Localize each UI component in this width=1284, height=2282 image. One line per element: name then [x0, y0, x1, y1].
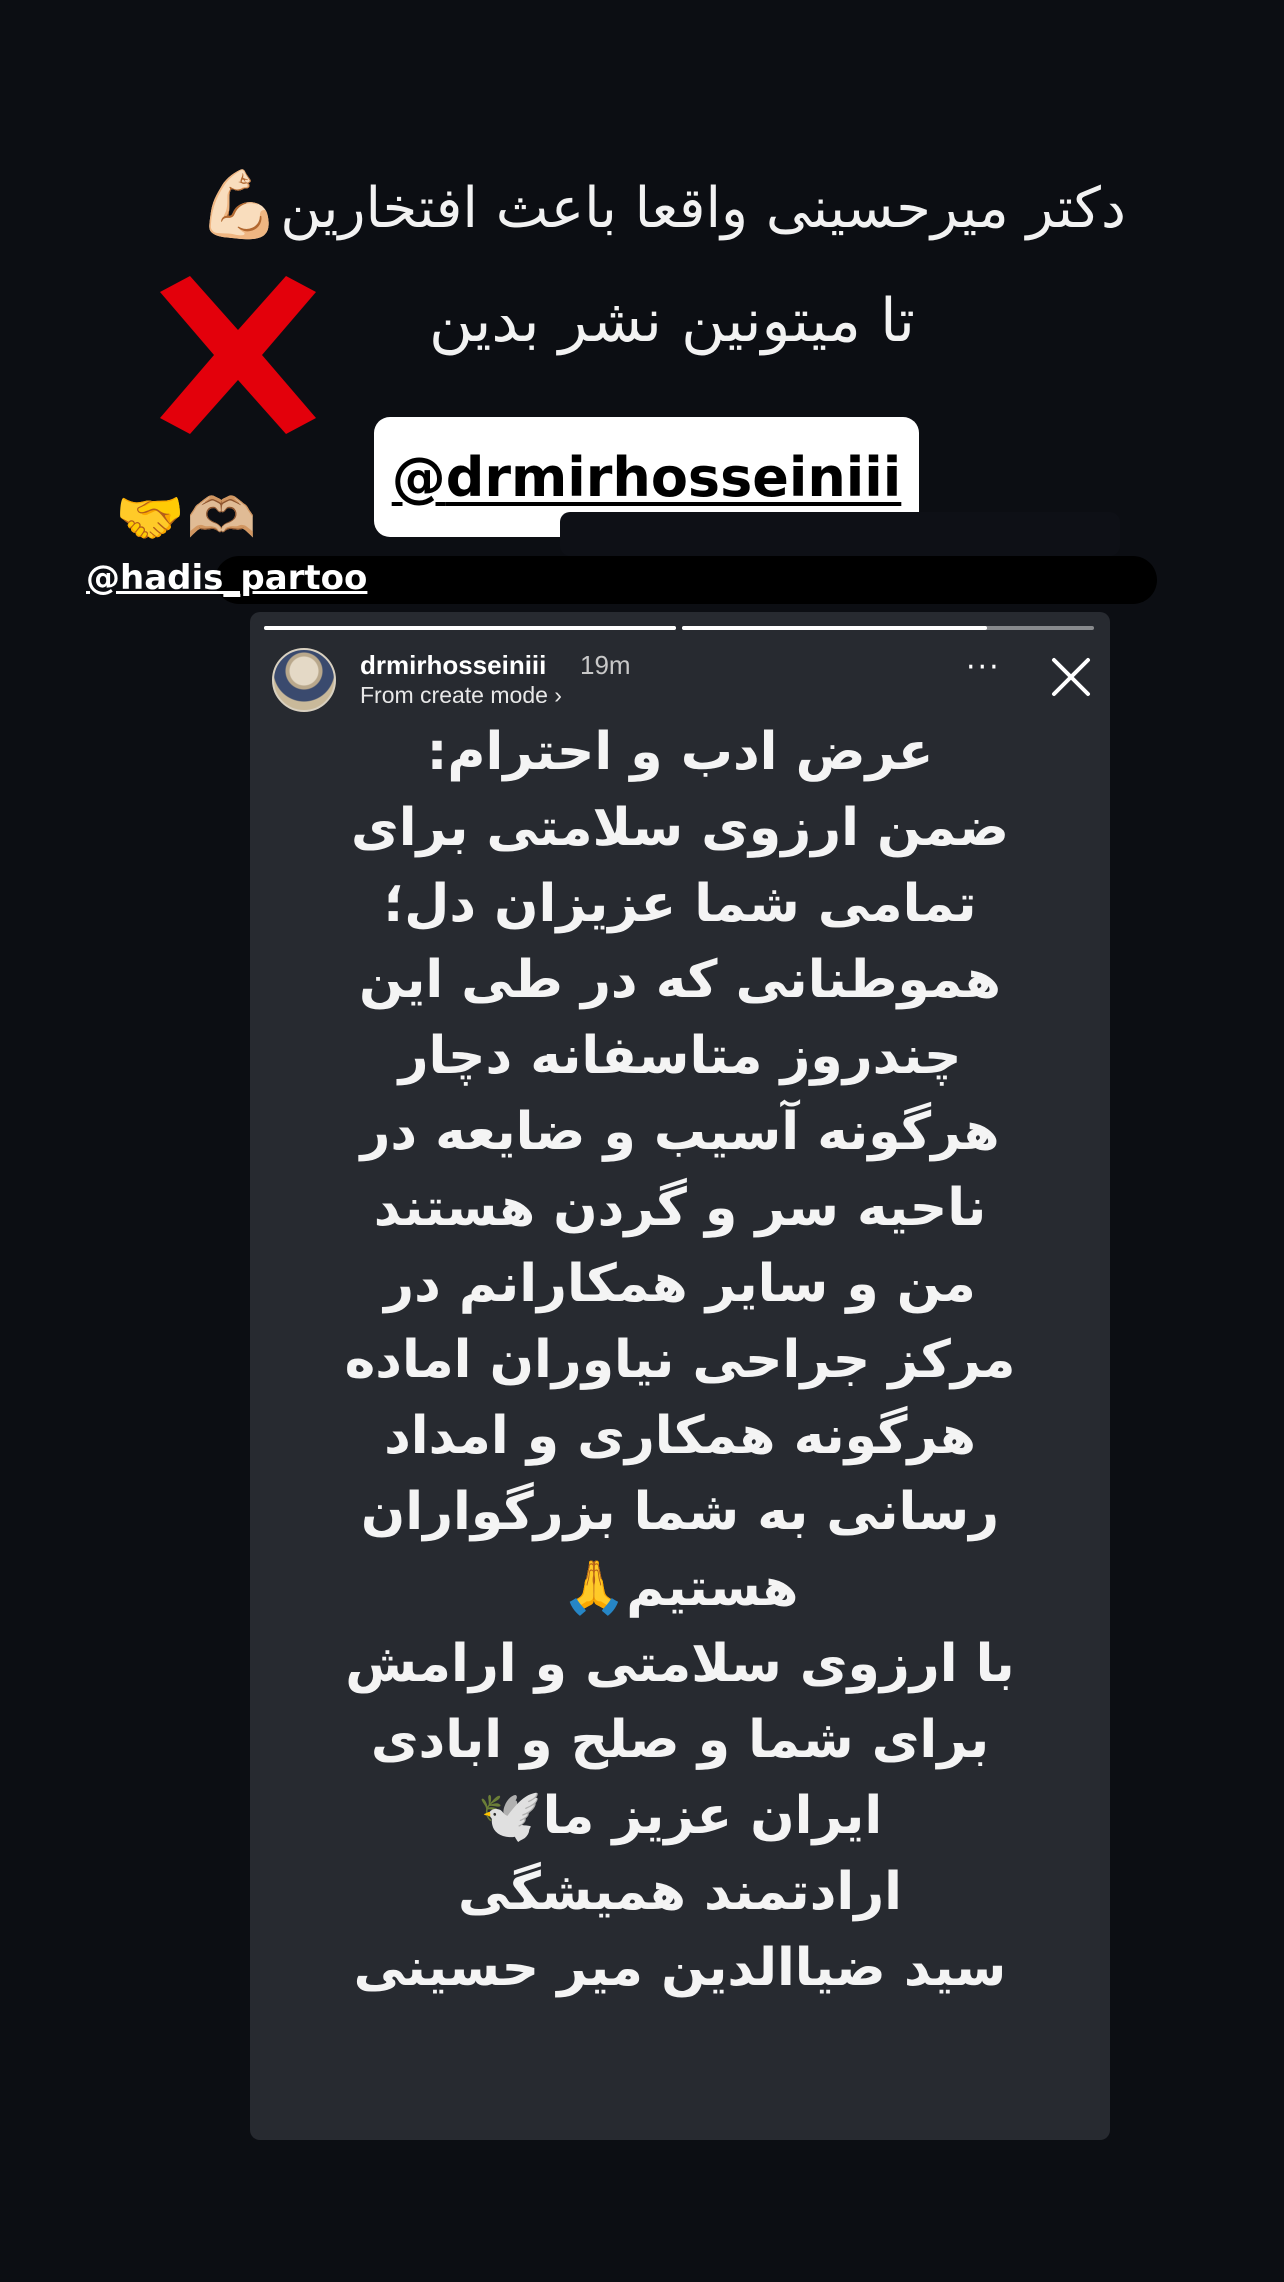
story-progress-fill-1 — [264, 626, 676, 630]
more-options-icon[interactable]: ··· — [966, 653, 1001, 683]
story-line: هرگونه همکاری و امداد — [384, 1406, 976, 1466]
close-icon[interactable] — [1048, 654, 1094, 700]
story-line: ضمن ارزوی سلامتی برای — [351, 798, 1009, 858]
caption-line-1-text: دکتر میرحسینی واقعا باعث افتخارین — [280, 176, 1126, 241]
create-mode-link[interactable]: From create mode › — [360, 682, 562, 709]
story-progress-fill-2 — [682, 626, 987, 630]
threads-icon: @ — [391, 445, 446, 509]
red-cross-icon — [160, 276, 316, 434]
story-line: ارادتمند همیشگی — [458, 1862, 902, 1922]
story-line: با ارزوی سلامتی و ارامش — [345, 1634, 1015, 1694]
story-line: من و سایر همکارانم در — [384, 1254, 976, 1314]
story-line: سید ضیاالدین میر حسینی — [353, 1938, 1007, 1998]
caption-line-1: دکتر میرحسینی واقعا باعث افتخارین💪🏻 — [0, 166, 1284, 244]
story-line: هرگونه آسیب و ضایعه در — [360, 1102, 1000, 1162]
story-line: هموطنانی که در طی این — [359, 950, 1001, 1010]
story-card: drmirhosseiniii 19m From create mode › ·… — [250, 612, 1110, 2140]
story-progress-bar-2 — [682, 626, 1094, 630]
redaction-bar-upper — [560, 512, 1120, 556]
story-line: عرض ادب و احترام: — [426, 722, 934, 782]
story-line: تمامی شما عزیزان دل؛ — [383, 874, 977, 934]
mention-handle: drmirhosseiniii — [445, 445, 902, 509]
story-line: مرکز جراحی نیاوران اماده — [344, 1330, 1016, 1390]
story-time: 19m — [580, 650, 631, 680]
story-line: هستیم🙏 — [561, 1558, 799, 1618]
story-line: ایران عزیز ما🕊️ — [477, 1786, 883, 1846]
story-progress-bar-1 — [264, 626, 676, 630]
story-line: برای شما و صلح و ابادی — [370, 1710, 990, 1770]
story-line: ناحیه سر و گردن هستند — [373, 1178, 987, 1238]
flexed-biceps-icon: 💪🏻 — [198, 166, 281, 243]
story-username[interactable]: drmirhosseiniii — [360, 650, 546, 681]
avatar[interactable] — [272, 648, 336, 712]
story-line: رسانی به شما بزرگواران — [360, 1482, 1000, 1542]
handshake-heart-hands-icon: 🤝🫶🏼 — [115, 486, 259, 551]
story-message: عرض ادب و احترام: ضمن ارزوی سلامتی برای … — [290, 714, 1070, 2006]
credit-handle[interactable]: @hadis_partoo — [86, 558, 367, 598]
story-line: چندروز متاسفانه دچار — [398, 1026, 962, 1086]
